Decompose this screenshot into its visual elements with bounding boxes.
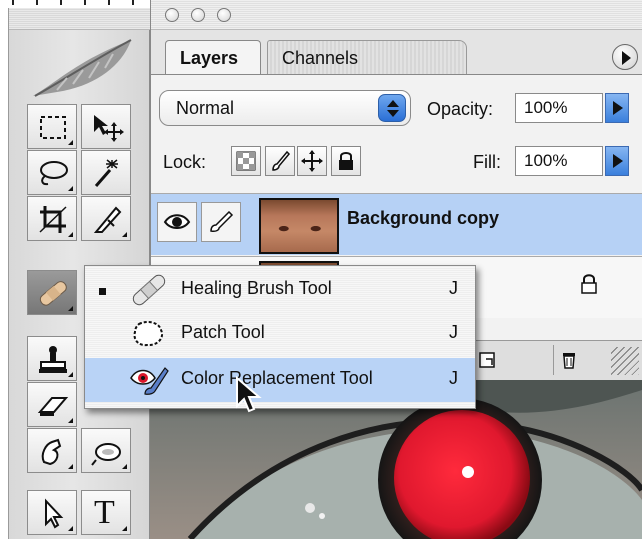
- lock-position-button[interactable]: [297, 146, 327, 176]
- ruler-tick: [12, 0, 14, 5]
- dodge-icon: [91, 443, 121, 466]
- shortcut-label: J: [449, 322, 458, 342]
- menu-item-label: Color Replacement Tool: [181, 368, 373, 388]
- shortcut-label: J: [449, 368, 458, 388]
- minimize-button[interactable]: [191, 8, 205, 22]
- ruler-tick: [84, 0, 86, 5]
- move-tool[interactable]: [81, 104, 131, 149]
- delete-layer-button[interactable]: [553, 345, 583, 375]
- slice-tool[interactable]: [81, 196, 131, 241]
- lasso-tool[interactable]: [27, 150, 77, 195]
- eraser-tool[interactable]: [27, 382, 77, 427]
- menu-item-label: Healing Brush Tool: [181, 278, 332, 298]
- move-arrows-icon: [301, 150, 323, 172]
- healing-brush-icon: [39, 281, 67, 306]
- lock-pixels-button[interactable]: [265, 146, 295, 176]
- layer-link-toggle[interactable]: [201, 202, 241, 242]
- fill-slider-button[interactable]: [605, 146, 629, 176]
- tab-layers[interactable]: Layers: [165, 40, 261, 74]
- close-button[interactable]: [165, 8, 179, 22]
- type-tool[interactable]: T: [81, 490, 131, 535]
- fill-field[interactable]: 100%: [515, 146, 603, 176]
- healing-brush-tool[interactable]: [27, 270, 77, 315]
- opacity-label: Opacity:: [427, 99, 494, 119]
- lock-transparent-button[interactable]: [231, 146, 261, 176]
- zoom-button[interactable]: [217, 8, 231, 22]
- slice-icon: [93, 206, 122, 233]
- stamp-tool[interactable]: [27, 336, 77, 381]
- crop-tool[interactable]: [27, 196, 77, 241]
- tab-channels[interactable]: Channels: [267, 40, 467, 74]
- type-icon: T: [94, 494, 115, 531]
- color-replacement-icon: [130, 367, 169, 395]
- checkerboard-icon: [236, 151, 256, 171]
- resize-grip[interactable]: [611, 347, 639, 375]
- patch-icon: [133, 321, 163, 347]
- trash-icon: [563, 353, 575, 369]
- palette-title-bar[interactable]: [9, 8, 151, 30]
- blend-mode-select[interactable]: Normal: [159, 90, 411, 126]
- smudge-tool[interactable]: [27, 428, 77, 473]
- padlock-icon: [339, 152, 353, 170]
- marquee-tool[interactable]: [27, 104, 77, 149]
- move-icon: [94, 115, 124, 142]
- layer-name: Background copy: [347, 208, 500, 228]
- magic-wand-tool[interactable]: [81, 150, 131, 195]
- mouse-cursor-icon: [236, 376, 262, 413]
- lock-label: Lock:: [163, 152, 207, 172]
- brush-icon: [210, 211, 234, 232]
- new-layer-icon: [479, 352, 495, 368]
- visibility-toggle[interactable]: [157, 202, 197, 242]
- menu-item-color-replacement[interactable]: Color Replacement Tool J: [85, 358, 475, 402]
- feather-logo-icon: [33, 39, 132, 97]
- marquee-icon: [40, 116, 66, 139]
- fill-label: Fill:: [473, 152, 501, 172]
- lock-all-button[interactable]: [331, 146, 361, 176]
- lasso-icon: [40, 161, 68, 186]
- ruler-tick: [132, 0, 134, 5]
- eraser-icon: [37, 397, 69, 416]
- layer-thumbnail: [259, 198, 339, 254]
- panel-title-bar[interactable]: [151, 0, 642, 30]
- layer-row[interactable]: Background copy: [151, 193, 642, 255]
- opacity-field[interactable]: 100%: [515, 93, 603, 123]
- bandage-icon: [132, 274, 166, 306]
- shortcut-label: J: [449, 278, 458, 298]
- blend-mode-value: Normal: [176, 98, 235, 118]
- eye-icon: [163, 214, 191, 229]
- menu-item-healing-brush[interactable]: Healing Brush Tool J: [85, 268, 475, 312]
- menu-item-patch[interactable]: Patch Tool J: [85, 312, 475, 356]
- selected-check-icon: [99, 288, 106, 295]
- opacity-slider-button[interactable]: [605, 93, 629, 123]
- menu-item-label: Patch Tool: [181, 322, 265, 342]
- updown-arrows-icon: [378, 94, 406, 122]
- padlock-icon: [581, 274, 597, 294]
- path-select-icon: [45, 498, 64, 529]
- ruler-tick: [60, 0, 62, 5]
- tool-flyout-menu: Healing Brush Tool J Patch Tool J Color …: [84, 265, 476, 409]
- dodge-tool[interactable]: [81, 428, 131, 473]
- magic-wand-icon: [94, 159, 118, 187]
- crop-icon: [39, 206, 67, 233]
- path-select-tool[interactable]: [27, 490, 77, 535]
- panel-menu-button[interactable]: [612, 44, 638, 70]
- smudge-icon: [41, 438, 62, 466]
- brush-icon: [272, 150, 291, 171]
- ruler-tick: [108, 0, 110, 5]
- ruler-tick: [36, 0, 38, 5]
- stamp-icon: [39, 346, 67, 373]
